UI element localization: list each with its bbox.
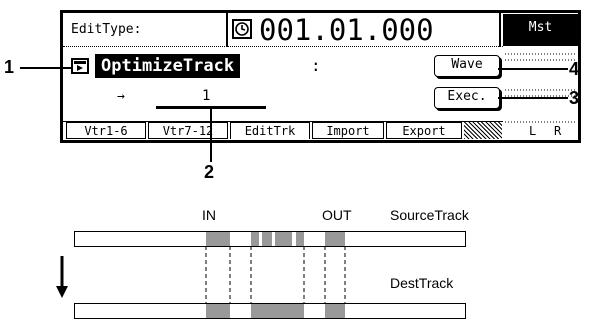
guide-lines	[205, 246, 346, 304]
down-arrow-icon	[55, 256, 69, 298]
